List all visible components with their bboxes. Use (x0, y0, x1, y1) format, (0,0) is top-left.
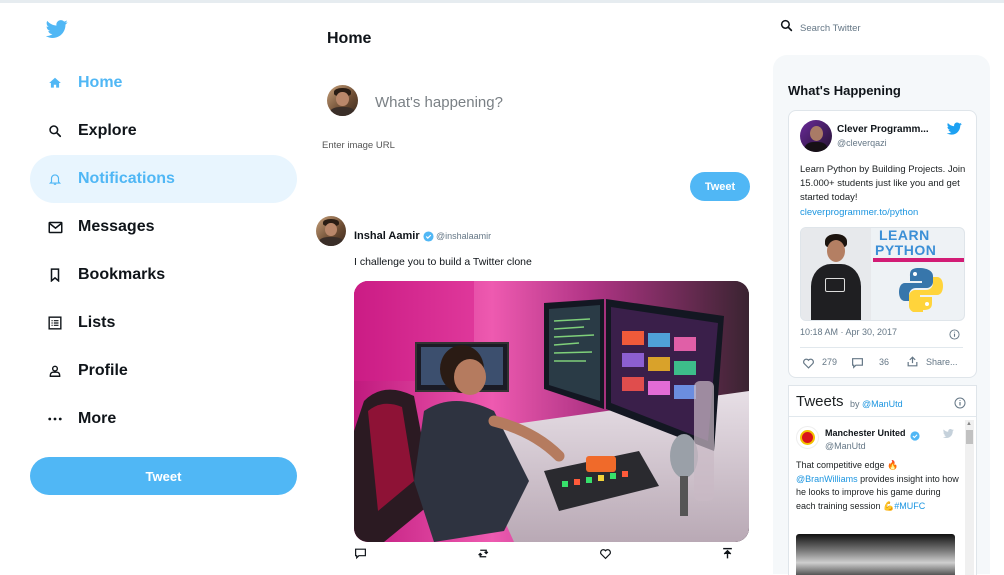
post-actions (354, 547, 738, 561)
sidebar-item-label: Lists (78, 314, 116, 331)
tweet-card-image[interactable]: LEARN PYTHON (800, 227, 965, 321)
sidebar-item-lists[interactable]: Lists (30, 299, 297, 347)
reply-icon[interactable] (851, 356, 864, 374)
bookmark-icon (46, 266, 64, 284)
divider (789, 416, 976, 417)
bell-icon (46, 170, 64, 188)
home-icon (46, 74, 64, 92)
embedded-tweet-card[interactable]: Clever Programm... @cleverqazi Learn Pyt… (788, 110, 977, 378)
timeline-account-link[interactable]: @ManUtd (862, 399, 903, 409)
tweet-card-likes[interactable]: 279 (822, 357, 837, 367)
image-url-input[interactable] (320, 137, 624, 153)
sidebar-item-messages[interactable]: Messages (30, 203, 297, 251)
hashtag-link[interactable]: #MUFC (894, 501, 925, 511)
widgets-title: What's Happening (788, 83, 901, 98)
share-icon[interactable] (906, 355, 919, 373)
tweet-card-name[interactable]: Clever Programm... (837, 124, 929, 135)
tweet-card-share[interactable]: Share... (926, 357, 958, 367)
sidebar-item-label: Messages (78, 218, 155, 235)
tweet-text-line: That competitive edge (796, 460, 885, 470)
sidebar-item-label: Home (78, 74, 123, 91)
sidebar-item-label: More (78, 410, 117, 427)
timeline-tweet-image[interactable] (796, 534, 955, 575)
tweet-card-replies[interactable]: 36 (879, 357, 889, 367)
verified-badge-icon (910, 428, 920, 446)
like-icon[interactable] (802, 356, 815, 374)
tweet-card-link[interactable]: cleverprogrammer.to/python (800, 207, 918, 218)
list-icon (46, 314, 64, 332)
page-title: Home (327, 30, 372, 47)
post-username[interactable]: @inshalaamir (436, 231, 491, 241)
search-icon (46, 122, 64, 140)
fire-emoji-icon: 🔥 (887, 460, 899, 470)
feed: Home Tweet Inshal Aamir @inshalaamir I c… (310, 0, 765, 574)
sidebar-item-notifications[interactable]: Notifications (30, 155, 297, 203)
search-bar (780, 18, 980, 38)
image-text-learn: LEARN (879, 227, 930, 243)
timeline-scrollbar[interactable]: ▲ (965, 420, 974, 575)
mention-link[interactable]: @BranWilliams (796, 474, 858, 484)
avatar[interactable] (327, 85, 358, 116)
timeline-by: by (850, 399, 860, 409)
retweet-icon[interactable] (477, 547, 490, 560)
sidebar-item-bookmarks[interactable]: Bookmarks (30, 251, 297, 299)
compose-tweet-button[interactable]: Tweet (690, 172, 750, 201)
sidebar-item-label: Bookmarks (78, 266, 166, 283)
timeline-tweet-name[interactable]: Manchester United (825, 428, 906, 438)
image-text-python: PYTHON (875, 242, 937, 258)
embedded-timeline: Tweets by @ManUtd Manchester United @Man… (788, 385, 977, 575)
widgets-panel: What's Happening Clever Programm... @cle… (773, 55, 990, 575)
sidebar-item-label: Explore (78, 122, 137, 139)
post-display-name[interactable]: Inshal Aamir (354, 230, 420, 242)
tweet-card-handle[interactable]: @cleverqazi (837, 138, 887, 148)
person-icon (46, 362, 64, 380)
post-avatar[interactable] (316, 216, 346, 246)
info-icon[interactable] (954, 396, 966, 414)
verified-badge-icon (423, 229, 434, 242)
flex-emoji-icon: 💪 (883, 500, 895, 511)
tweet-card-avatar[interactable] (800, 120, 832, 152)
sidebar-item-more[interactable]: More (30, 395, 297, 443)
tweet-card-text: Learn Python by Building Projects. Join … (800, 164, 966, 203)
python-logo-icon (899, 268, 943, 312)
like-icon[interactable] (599, 547, 612, 560)
share-icon[interactable] (721, 547, 734, 560)
mail-icon (46, 218, 64, 236)
search-icon (780, 19, 793, 37)
info-icon[interactable] (949, 327, 960, 345)
more-icon (46, 410, 64, 428)
timeline-tweet-handle[interactable]: @ManUtd (825, 441, 866, 451)
divider (800, 347, 963, 348)
post-image[interactable] (354, 281, 749, 542)
twitter-bird-icon[interactable] (942, 426, 955, 444)
twitter-logo-icon[interactable] (45, 18, 68, 40)
sidebar-item-profile[interactable]: Profile (30, 347, 297, 395)
timeline-title: Tweets (796, 393, 844, 410)
timeline-tweet-text: That competitive edge 🔥 @BranWilliams pr… (796, 459, 961, 513)
manutd-avatar[interactable] (796, 426, 819, 449)
sidebar-item-label: Notifications (78, 170, 175, 187)
sidebar-item-explore[interactable]: Explore (30, 107, 297, 155)
twitter-bird-icon[interactable] (946, 121, 963, 141)
sidebar-item-home[interactable]: Home (30, 59, 297, 107)
compose-tweet-input[interactable] (373, 88, 737, 116)
tweet-card-timestamp[interactable]: 10:18 AM · Apr 30, 2017 (800, 327, 897, 337)
sidebar-tweet-button[interactable]: Tweet (30, 457, 297, 495)
search-input[interactable] (798, 21, 962, 35)
sidebar: Home Explore Notifications Messages Book… (0, 0, 310, 574)
post-text: I challenge you to build a Twitter clone (354, 256, 532, 268)
sidebar-item-label: Profile (78, 362, 128, 379)
reply-icon[interactable] (354, 547, 367, 560)
